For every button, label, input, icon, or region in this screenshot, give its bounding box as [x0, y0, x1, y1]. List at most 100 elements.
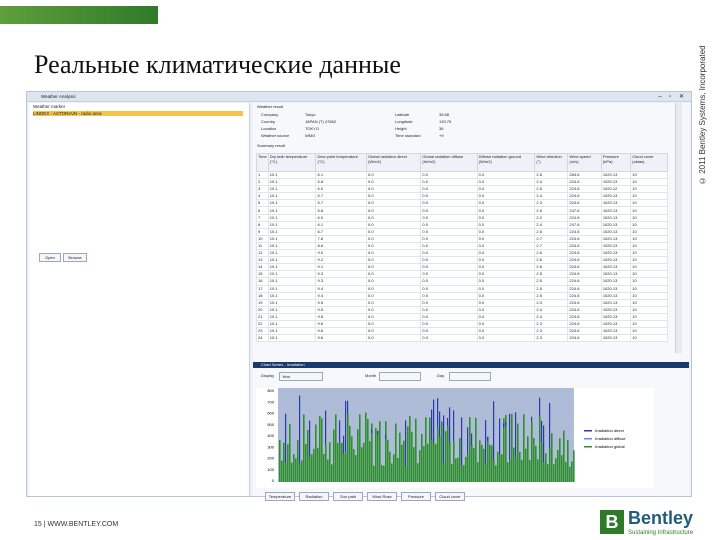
global-bar [287, 444, 289, 482]
global-bar [501, 454, 503, 482]
table-row[interactable]: 2 10.1 5.8 0.0 0.0 0.0 2.4 224.6 1020.13 10 [256, 178, 668, 187]
global-bar [563, 430, 565, 482]
table-row[interactable]: 22 10.1 9.6 0.0 0.0 0.0 2.3 224.6 1020.13 10 [256, 319, 668, 329]
global-bar [377, 430, 379, 482]
table-cell: 0.0 [365, 185, 422, 194]
table-row[interactable]: 6 10.1 5.8 0.0 0.0 0.0 2.5 247.6 1020.13 10 [256, 206, 668, 215]
table-cell: 0.0 [420, 305, 478, 314]
table-row[interactable]: 17 10.1 9.4 0.0 0.0 0.0 2.5 224.6 1020.13 10 [256, 284, 668, 293]
table-row[interactable]: 15 10.1 9.3 0.0 0.0 0.0 2.5 224.6 1020.13 10 [256, 270, 668, 279]
table-cell: 0.0 [420, 199, 478, 208]
column-header[interactable]: Time [256, 153, 269, 172]
global-bar [469, 417, 471, 482]
table-scrollbar[interactable] [675, 103, 682, 353]
table-row[interactable]: 4 10.1 5.7 0.0 0.0 0.0 2.4 224.6 1020.13 10 [256, 192, 668, 201]
table-cell: 0.0 [476, 192, 536, 201]
legend-swatch [584, 446, 592, 448]
table-row[interactable]: 5 10.1 5.7 0.0 0.0 0.0 2.3 224.6 1020.13 10 [256, 199, 668, 208]
field-value: Tokyo [305, 112, 316, 117]
table-cell: 224.6 [567, 185, 602, 194]
direct-bar [461, 417, 463, 466]
global-bar [309, 457, 311, 482]
table-cell: 9.5 [315, 298, 367, 307]
tab-cloud-cover[interactable]: Cloud cover [435, 492, 465, 501]
column-header[interactable]: Wind direction (°) [534, 153, 569, 172]
table-row[interactable]: 21 10.1 9.5 0.0 0.0 0.0 2.4 224.6 1020.13 10 [256, 312, 668, 321]
chart-series-bar[interactable]: Chart Series - Irradiation [253, 362, 689, 368]
global-bar [553, 464, 555, 482]
column-header[interactable]: Dry bulb temperature (°C) [267, 153, 317, 172]
field-value: +9 [439, 133, 444, 138]
tab-temperature[interactable]: Temperature [265, 492, 295, 501]
window-controls[interactable]: – ▫ ✕ [658, 93, 687, 100]
table-cell: 12 [256, 249, 269, 258]
table-row[interactable]: 11 10.1 8.6 0.0 0.0 0.0 2.7 224.6 1020.13 10 [256, 241, 668, 251]
table-cell: 1020.13 [600, 178, 632, 187]
window-titlebar: Weather Analysis – ▫ ✕ [27, 92, 691, 102]
direct-bar [487, 436, 489, 441]
table-row[interactable]: 10 10.1 7.8 0.0 0.0 0.0 2.7 224.6 1020.13 10 [256, 234, 668, 243]
table-row[interactable]: 7 10.1 6.0 0.0 0.0 0.0 2.2 224.6 1020.13 10 [256, 213, 668, 222]
global-bar [391, 463, 393, 482]
display-select[interactable]: Year [279, 372, 323, 381]
tab-pressure[interactable]: Pressure [401, 492, 431, 501]
table-row[interactable]: 13 10.1 9.2 0.0 0.0 0.0 2.6 224.6 1020.13 10 [256, 256, 668, 265]
global-bar [559, 438, 561, 482]
table-cell: 9.1 [315, 263, 367, 272]
table-cell: 1020.13 [600, 227, 632, 236]
tree-item-selected[interactable]: LINDEX - ASTORIA/N - radio area [33, 111, 243, 116]
column-header[interactable]: Global radiation diffuse (W/m2) [420, 153, 478, 172]
table-row[interactable]: 9 10.1 6.7 0.0 0.0 0.0 2.6 224.6 1020.13 10 [256, 227, 668, 236]
global-bar [485, 463, 487, 482]
direct-bar [385, 435, 387, 440]
table-cell: 0.0 [420, 284, 478, 293]
table-cell: 0.0 [420, 334, 478, 343]
column-header[interactable]: Diffuse radiation ground (W/m2) [476, 153, 536, 172]
tab-sun-path[interactable]: Sun path [333, 492, 363, 501]
table-row[interactable]: 8 10.1 6.1 0.0 0.0 0.0 2.4 247.6 1020.13 10 [256, 220, 668, 229]
column-header[interactable]: Pressure (hPa) [600, 153, 632, 172]
table-row[interactable]: 3 10.1 6.0 0.0 0.0 0.0 2.5 224.6 1020.12 10 [256, 185, 668, 194]
field-label: Weather source [261, 133, 290, 138]
open-button[interactable]: Open [39, 253, 61, 262]
table-row[interactable]: 1 10.1 6.1 0.0 0.0 0.0 2.6 284.6 1020.13 10 [256, 170, 668, 180]
browse-button[interactable]: Browse [63, 253, 87, 262]
table-row[interactable]: 24 10.1 9.6 0.0 0.0 0.0 2.3 224.6 1020.13 10 [256, 334, 668, 343]
table-row[interactable]: 20 10.1 9.5 0.0 0.0 0.0 2.4 224.6 1020.13 10 [256, 305, 668, 314]
table-row[interactable]: 16 10.1 9.3 0.0 0.0 0.0 2.5 224.6 1020.13 10 [256, 277, 668, 286]
month-select[interactable] [379, 372, 421, 381]
table-cell: 17 [256, 284, 269, 293]
table-cell: 10.1 [267, 249, 317, 258]
table-cell: 0.0 [476, 334, 536, 343]
table-row[interactable]: 18 10.1 9.4 0.0 0.0 0.0 2.5 224.6 1020.13 10 [256, 291, 668, 300]
table-row[interactable]: 19 10.1 9.5 0.0 0.0 0.0 2.4 224.6 1020.13 10 [256, 298, 668, 307]
table-cell: 5 [256, 199, 269, 208]
table-cell: 2.3 [534, 327, 569, 336]
table-cell: 2.7 [534, 241, 569, 251]
left-panel: Weather marker LINDEX - ASTORIA/N - radi… [29, 103, 250, 496]
column-header[interactable]: Global radiation direct (W/m2) [365, 153, 422, 172]
global-bar [373, 465, 375, 482]
global-bar [327, 459, 329, 482]
tab-wind-rose[interactable]: Wind Rose [367, 492, 397, 501]
table-cell: 9.3 [315, 277, 367, 286]
table-cell: 10 [630, 227, 668, 236]
table-cell: 10 [630, 178, 668, 187]
table-row[interactable]: 12 10.1 9.0 0.0 0.0 0.0 2.6 224.6 1020.13 10 [256, 249, 668, 258]
direct-bar [371, 429, 373, 434]
table-row[interactable]: 23 10.1 9.6 0.0 0.0 0.0 2.3 224.6 1020.13 10 [256, 327, 668, 336]
global-bar [483, 448, 485, 482]
table-row[interactable]: 14 10.1 9.1 0.0 0.0 0.0 2.6 224.6 1020.13 10 [256, 263, 668, 272]
column-header[interactable]: Dew point temperature (°C) [315, 153, 367, 172]
global-bar [295, 458, 297, 482]
column-header[interactable]: Wind speed (m/s) [567, 153, 602, 172]
table-cell: 0.0 [476, 291, 536, 300]
day-select[interactable] [449, 372, 491, 381]
column-header[interactable]: Cloud cover (oktas) [630, 153, 668, 172]
tab-radiation[interactable]: Radiation [299, 492, 329, 501]
global-bar [283, 442, 285, 482]
table-cell: 1020.13 [600, 263, 632, 272]
global-bar [329, 442, 331, 482]
table-cell: 9.2 [315, 256, 367, 265]
display-label: Display [261, 373, 275, 378]
